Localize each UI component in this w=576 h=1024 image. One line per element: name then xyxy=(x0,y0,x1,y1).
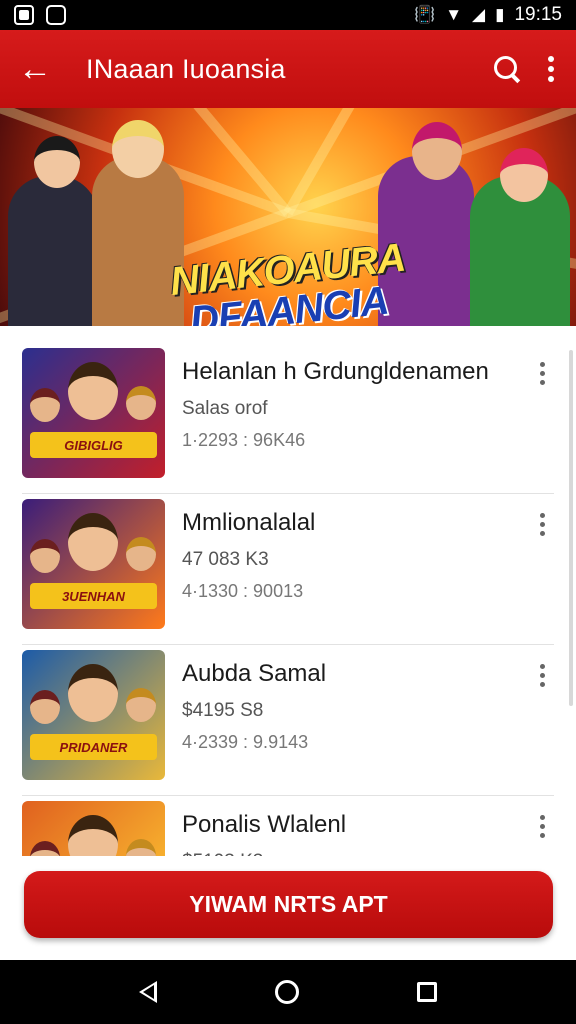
status-time: 19:15 xyxy=(514,4,562,25)
game-subtitle: 47 083 K3 xyxy=(182,549,269,570)
game-list-item[interactable]: 3UENHAN Mmlionalalal 47 083 K3 4·1330 : 900… xyxy=(22,477,554,645)
game-thumbnail-logo: 3UENHAN xyxy=(30,583,157,609)
game-stats: 1·2293 : 96K46 xyxy=(182,430,306,450)
app-title: INaaan Iuoansia xyxy=(86,53,286,84)
game-thumbnail[interactable]: PRIDANER xyxy=(22,650,165,780)
game-thumbnail[interactable]: 3UENHAN xyxy=(22,499,165,629)
game-thumbnail[interactable]: GIBIGLIG xyxy=(22,348,165,478)
item-more-icon[interactable] xyxy=(540,513,546,536)
scrollbar[interactable] xyxy=(569,350,573,706)
item-more-icon[interactable] xyxy=(540,815,546,838)
app-notification-icon xyxy=(46,5,66,25)
search-icon[interactable] xyxy=(494,56,520,82)
signal-icon: ◢ xyxy=(472,5,486,24)
more-vert-icon[interactable] xyxy=(548,56,554,82)
notification-icon xyxy=(14,5,34,25)
status-bar: 📳 ▼ ◢ ▮ 19:15 xyxy=(0,0,576,30)
item-more-icon[interactable] xyxy=(540,664,546,687)
game-title[interactable]: Ponalis Wlalenl xyxy=(182,811,346,839)
wifi-icon: ▼ xyxy=(445,5,463,24)
game-list-item[interactable]: Ponalis Wlalenl$5193 K3 xyxy=(22,779,554,866)
game-thumbnail-logo: GIBIGLIG xyxy=(30,432,157,458)
banner-headline: NIAKOAURA DFAANCIA xyxy=(168,236,407,326)
game-list: GIBIGLIG Helanlan h Grdungldenamen Salas o… xyxy=(0,326,576,866)
vibrate-icon: 📳 xyxy=(414,5,436,24)
game-subtitle: Salas orof xyxy=(182,398,268,419)
app-bar: ← INaaan Iuoansia xyxy=(0,30,576,108)
game-title[interactable]: Aubda Samal xyxy=(182,660,326,688)
game-stats: 4·1330 : 90013 xyxy=(182,581,304,601)
item-more-icon[interactable] xyxy=(540,362,546,385)
game-list-item[interactable]: PRIDANER Aubda Samal $4195 S8 4·2339 : 9.91… xyxy=(22,628,554,796)
game-stats: 4·2339 : 9.9143 xyxy=(182,732,309,752)
battery-icon: ▮ xyxy=(495,5,505,24)
nav-back-icon[interactable] xyxy=(139,981,157,1003)
game-subtitle: $4195 S8 xyxy=(182,700,264,721)
system-nav-bar xyxy=(0,960,576,1024)
arrow-back-icon[interactable]: ← xyxy=(0,52,70,86)
featured-banner[interactable]: NIAKOAURA DFAANCIA xyxy=(0,108,576,326)
game-thumbnail-logo: PRIDANER xyxy=(30,734,157,760)
nav-home-icon[interactable] xyxy=(275,980,299,1004)
install-button[interactable]: YIWAM NRTS APT xyxy=(24,871,553,938)
game-list-item[interactable]: GIBIGLIG Helanlan h Grdungldenamen Salas o… xyxy=(22,326,554,494)
game-title[interactable]: Helanlan h Grdungldenamen xyxy=(182,358,489,386)
nav-recents-icon[interactable] xyxy=(417,982,437,1002)
game-title[interactable]: Mmlionalalal xyxy=(182,509,315,537)
